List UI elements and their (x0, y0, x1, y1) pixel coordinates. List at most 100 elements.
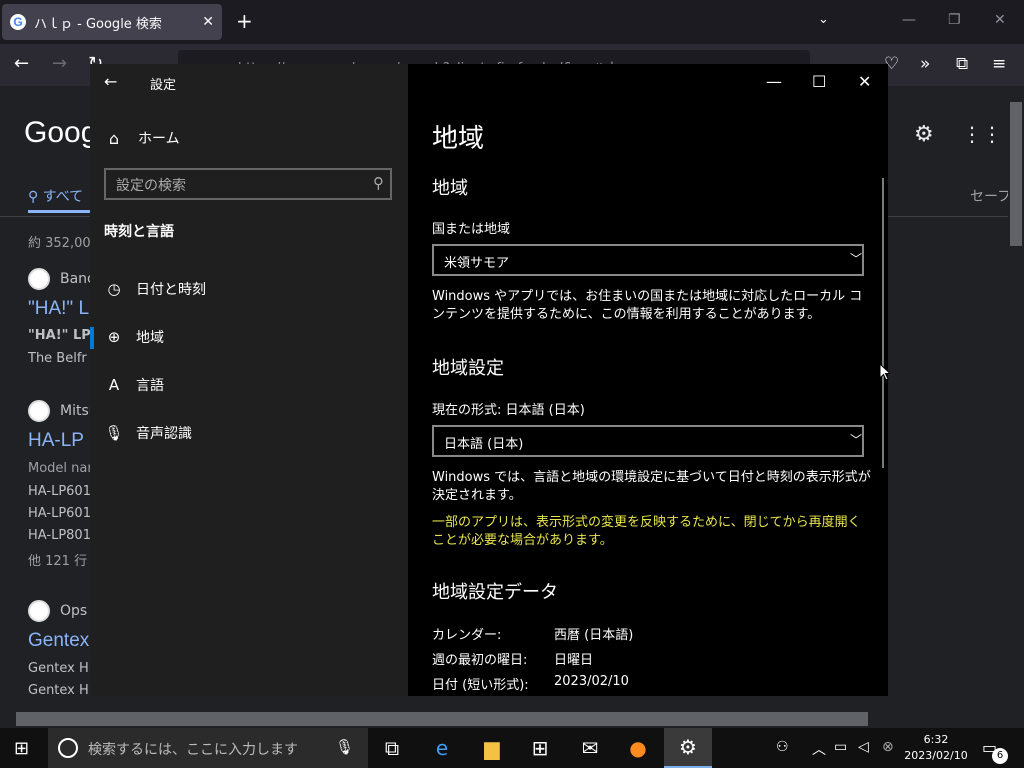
country-select[interactable]: 米領サモア ﹀ (432, 244, 864, 276)
page-vertical-scrollbar[interactable] (1008, 86, 1024, 710)
settings-scrollbar[interactable] (882, 178, 884, 468)
settings-maximize-button[interactable]: ☐ (812, 72, 826, 91)
apps-grid-icon[interactable]: ⋮⋮⋮ (962, 122, 1008, 146)
scrollbar-thumb[interactable] (16, 712, 868, 726)
search-icon: ⚲ (28, 189, 43, 205)
result-count: 約 352,00 (28, 236, 91, 251)
windows-start-icon[interactable]: ⊞ (14, 738, 29, 759)
microphone-icon: 🎙 (104, 424, 124, 442)
settings-home-link[interactable]: ⌂ ホーム (104, 128, 180, 148)
settings-gear-icon[interactable]: ⚙ (664, 728, 712, 768)
result-title[interactable]: HA-LP (28, 430, 84, 452)
result-snippet: 他 121 行 (28, 554, 88, 569)
page-title: 地域 (432, 124, 485, 154)
result-site[interactable]: Mitsu (28, 400, 98, 422)
volume-muted-icon[interactable]: ◁ (858, 739, 869, 755)
scrollbar-thumb[interactable] (1010, 102, 1022, 246)
format-select-value: 日本語 (日本) (444, 437, 524, 452)
tab-list-chevron-icon[interactable]: ⌄ (818, 12, 829, 27)
result-snippet: HA-LP601 (28, 484, 91, 499)
sidebar-item-label: 地域 (136, 330, 164, 346)
people-icon[interactable]: ⚇ (776, 739, 789, 755)
firefox-icon[interactable]: ● (614, 728, 662, 768)
result-site[interactable]: Banc (28, 268, 95, 290)
taskbar-search-box[interactable]: 検索するには、ここに入力します 🎙 (48, 728, 368, 768)
result-site[interactable]: Ops (28, 600, 87, 622)
network-icon[interactable]: ▭ (834, 739, 847, 755)
result-snippet: The Belfr (28, 351, 87, 366)
result-snippet: Gentex Hi (28, 661, 93, 676)
sidebar-item-language[interactable]: A 言語 (90, 365, 408, 405)
data-row: 週の最初の曜日: 日曜日 (432, 649, 593, 668)
edge-icon[interactable]: e (418, 728, 466, 768)
google-logo[interactable]: Goog (24, 116, 97, 150)
settings-minimize-button[interactable]: — (766, 72, 782, 91)
browser-close-button[interactable]: ✕ (994, 12, 1006, 28)
format-warning: 一部のアプリは、表示形式の変更を反映するために、閉じてから再度開くことが必要な場… (432, 515, 861, 548)
region-heading: 地域 (432, 178, 468, 199)
sidebar-item-region[interactable]: ⊕ 地域 (90, 317, 408, 357)
taskbar-search-placeholder: 検索するには、ここに入力します (88, 742, 298, 758)
taskbar-clock[interactable]: 6:32 2023/02/10 (902, 732, 970, 764)
site-favicon-icon (28, 400, 50, 422)
gear-icon[interactable]: ⚙ (914, 122, 934, 147)
settings-close-button[interactable]: ✕ (858, 72, 871, 91)
extensions-icon[interactable]: ⧉ (956, 54, 968, 74)
file-explorer-icon[interactable]: ▆ (468, 728, 516, 768)
sidebar-item-label: 日付と時刻 (136, 282, 206, 298)
format-select[interactable]: 日本語 (日本) ﹀ (432, 425, 864, 457)
browser-restore-button[interactable]: ❐ (948, 12, 961, 28)
settings-window: ← 設定 ⌂ ホーム 設定の検索 ⚲ 時刻と言語 ◷ 日付と時刻 ⊕ 地域 A … (90, 64, 888, 696)
overflow-chevron-icon[interactable]: » (920, 54, 930, 74)
hamburger-menu-icon[interactable]: ≡ (992, 54, 1006, 74)
data-row: 日付 (短い形式): 2023/02/10 (432, 674, 629, 693)
chevron-up-icon[interactable]: ︿ (812, 739, 826, 759)
page-horizontal-scrollbar[interactable] (0, 710, 1024, 728)
tab-title: ハｌｐ - Google 検索 (34, 16, 162, 32)
data-value: 西暦 (日本語) (554, 628, 634, 643)
back-arrow-icon[interactable]: ← (104, 72, 117, 91)
clock-time: 6:32 (923, 733, 949, 746)
settings-content: 地域 地域 国または地域 米領サモア ﹀ Windows やアプリでは、お住まい… (408, 64, 888, 696)
sidebar-item-date-time[interactable]: ◷ 日付と時刻 (90, 269, 408, 309)
chevron-down-icon: ﹀ (849, 252, 862, 266)
data-key: カレンダー: (432, 628, 502, 643)
clock-date: 2023/02/10 (904, 749, 968, 762)
mail-icon[interactable]: ✉ (566, 728, 614, 768)
safe-search-label[interactable]: セーフ (970, 186, 1008, 206)
search-icon[interactable]: ⚲ (373, 174, 384, 192)
google-favicon-icon: G (10, 14, 26, 30)
settings-search-input[interactable]: 設定の検索 ⚲ (104, 168, 392, 200)
back-arrow-icon[interactable]: ← (14, 54, 29, 74)
browser-tab-bar: G ハｌｐ - Google 検索 ✕ + ⌄ — ❐ ✕ (0, 0, 1024, 44)
browser-tab[interactable]: G ハｌｐ - Google 検索 ✕ (2, 4, 222, 40)
country-select-value: 米領サモア (444, 256, 510, 271)
notification-count-badge: 6 (992, 748, 1008, 764)
store-icon[interactable]: ⊞ (516, 728, 564, 768)
forward-arrow-icon[interactable]: → (52, 54, 67, 74)
microphone-icon[interactable]: 🎙 (335, 738, 354, 756)
result-snippet: "HA!" LP (28, 328, 91, 343)
format-label: 現在の形式: 日本語 (日本) (432, 403, 585, 418)
close-circle-icon[interactable]: ⊗ (882, 739, 894, 755)
new-tab-button[interactable]: + (236, 11, 253, 31)
tab-close-icon[interactable]: ✕ (202, 14, 214, 30)
browser-minimize-button[interactable]: — (902, 12, 916, 28)
result-title[interactable]: Gentex (28, 630, 89, 652)
calendar-clock-icon: ◷ (107, 280, 121, 298)
result-snippet: HA-LP801 (28, 528, 91, 543)
taskbar: ⊞ 検索するには、ここに入力します 🎙 ⧉ e ▆ ⊞ ✉ ● ⚙ ⚇ ︿ ▭ … (0, 728, 1024, 768)
sidebar-item-label: 音声認識 (136, 426, 192, 442)
sidebar-item-speech[interactable]: 🎙 音声認識 (90, 413, 408, 453)
tab-all-label: すべて (42, 189, 84, 205)
country-label: 国または地域 (432, 222, 511, 237)
tab-active-underline (28, 210, 90, 213)
search-placeholder: 設定の検索 (116, 178, 186, 194)
result-title[interactable]: "HA!" L (28, 298, 89, 320)
data-key: 日付 (短い形式): (432, 678, 529, 693)
task-view-icon[interactable]: ⧉ (368, 728, 416, 768)
format-description: Windows では、言語と地域の環境設定に基づいて日付と時刻の表示形式が決定さ… (432, 470, 871, 503)
data-row: カレンダー: 西暦 (日本語) (432, 624, 633, 643)
tab-all-results[interactable]: ⚲ すべて (28, 186, 83, 206)
country-description: Windows やアプリでは、お住まいの国または地域に対応したローカル コンテン… (432, 289, 863, 322)
